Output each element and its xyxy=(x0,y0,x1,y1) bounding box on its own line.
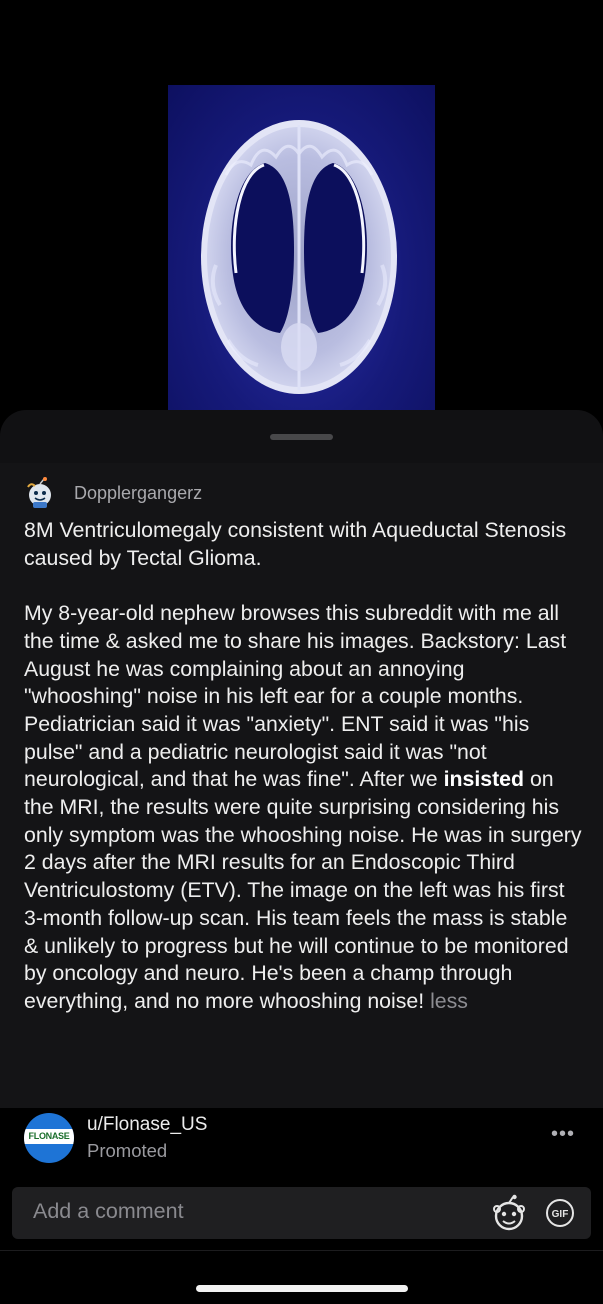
post-text-part2: on the MRI, the results were quite surpr… xyxy=(24,767,582,1013)
divider xyxy=(0,1250,603,1251)
post-author-row[interactable]: Dopplergangerz xyxy=(24,477,202,509)
gif-label: GIF xyxy=(552,1209,569,1220)
sheet-drag-handle[interactable] xyxy=(270,434,333,440)
promoted-label: Promoted xyxy=(87,1140,168,1161)
brain-mri-image xyxy=(201,120,397,394)
post-text-bold: insisted xyxy=(443,767,525,792)
snoo-avatar-icon[interactable] xyxy=(24,477,56,509)
post-image[interactable] xyxy=(168,85,435,411)
post-body: 8M Ventriculomegaly consistent with Aque… xyxy=(24,517,584,1016)
gif-icon[interactable]: GIF xyxy=(545,1198,575,1228)
comment-placeholder: Add a comment xyxy=(33,1199,184,1223)
less-button[interactable]: less xyxy=(430,989,468,1013)
flonase-logo[interactable]: FLONASE xyxy=(24,1113,74,1163)
promoted-username[interactable]: u/Flonase_US xyxy=(87,1114,207,1136)
more-options-icon[interactable]: ••• xyxy=(547,1123,579,1151)
snoo-emoji-icon[interactable] xyxy=(489,1194,529,1234)
post-text-part1: My 8-year-old nephew browses this subred… xyxy=(24,601,567,792)
logo-text: FLONASE xyxy=(28,1131,70,1141)
post-title: 8M Ventriculomegaly consistent with Aque… xyxy=(24,518,567,570)
home-indicator[interactable] xyxy=(196,1285,408,1292)
post-description: My 8-year-old nephew browses this subred… xyxy=(24,600,584,1016)
post-author[interactable]: Dopplergangerz xyxy=(74,483,202,504)
